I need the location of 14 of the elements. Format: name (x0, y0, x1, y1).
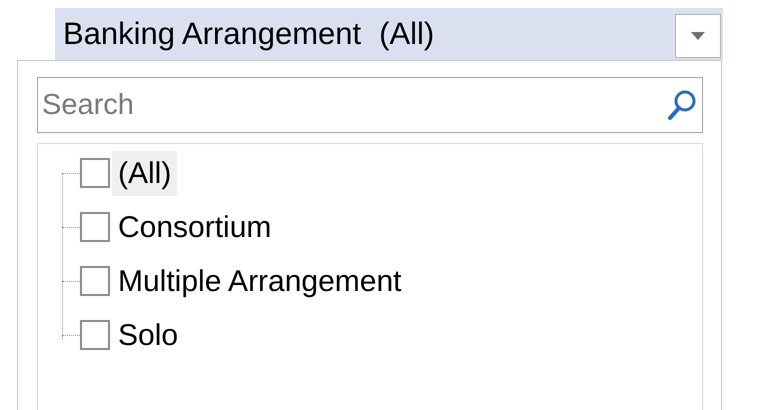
checkbox[interactable] (80, 266, 110, 296)
item-label[interactable]: Multiple Arrangement (112, 258, 408, 304)
search-field[interactable]: Search (37, 77, 703, 133)
item-label[interactable]: (All) (112, 150, 178, 196)
filter-field-name: Banking Arrangement (63, 14, 362, 53)
checkbox[interactable] (80, 158, 110, 188)
caret-icon (691, 32, 705, 40)
item-label[interactable]: Solo (112, 312, 184, 358)
search-icon[interactable] (667, 89, 697, 121)
checkbox[interactable] (80, 212, 110, 242)
item-label[interactable]: Consortium (112, 204, 278, 250)
checkbox[interactable] (80, 320, 110, 350)
filter-value: (All) (379, 14, 434, 53)
dropdown-button[interactable] (675, 14, 721, 58)
